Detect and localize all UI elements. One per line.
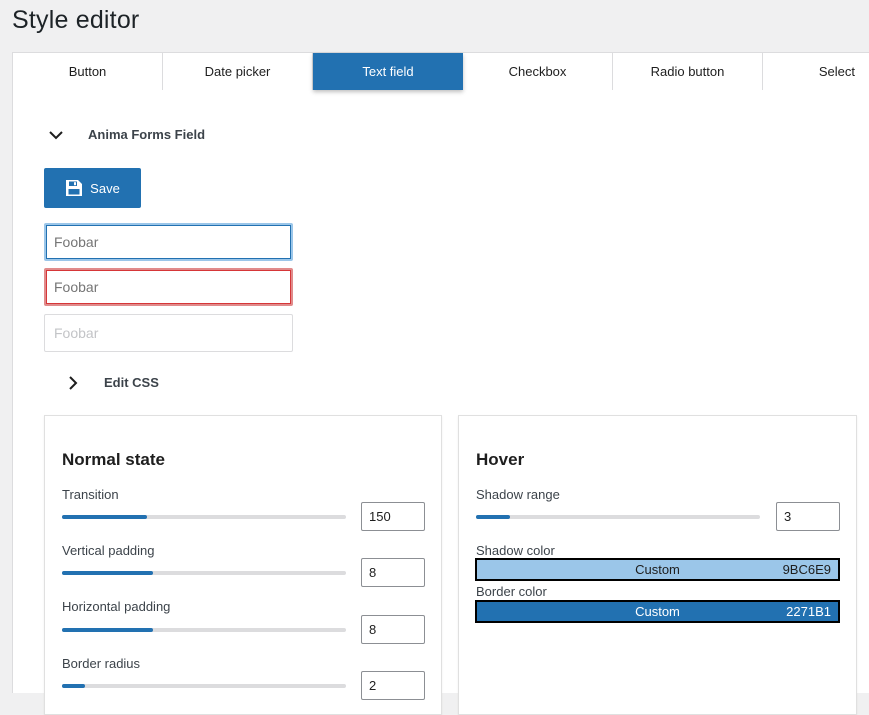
shadow-range-slider[interactable] <box>476 515 760 519</box>
vertical-padding-slider[interactable] <box>62 571 346 575</box>
transition-input[interactable]: 150 <box>361 502 425 531</box>
slider-fill <box>62 515 148 519</box>
horizontal-padding-slider[interactable] <box>62 628 346 632</box>
color-name: Custom <box>635 604 680 619</box>
vertical-padding-input[interactable]: 8 <box>361 558 425 587</box>
chevron-right-icon <box>67 375 79 390</box>
section-label: Anima Forms Field <box>88 127 206 142</box>
tab-select[interactable]: Select <box>763 53 869 90</box>
shadow-range-input[interactable]: 3 <box>776 502 840 531</box>
editor-panel: Button Date picker Text field Checkbox R… <box>12 52 869 715</box>
control-label: Shadow range <box>476 487 560 502</box>
slider-fill <box>62 628 153 632</box>
edit-css-toggle[interactable]: Edit CSS <box>67 375 159 390</box>
tab-date-picker[interactable]: Date picker <box>163 53 313 90</box>
border-color-picker[interactable]: Custom 2271B1 <box>475 600 840 623</box>
control-label: Transition <box>62 487 119 502</box>
shadow-color-picker[interactable]: Custom 9BC6E9 <box>475 558 840 581</box>
control-label: Vertical padding <box>62 543 155 558</box>
slider-fill <box>476 515 511 519</box>
anima-forms-field-toggle[interactable]: Anima Forms Field <box>49 127 205 142</box>
tab-checkbox[interactable]: Checkbox <box>463 53 613 90</box>
horizontal-padding-input[interactable]: 8 <box>361 615 425 644</box>
border-radius-slider[interactable] <box>62 684 346 688</box>
tab-radio-button[interactable]: Radio button <box>613 53 763 90</box>
control-label: Shadow color <box>476 543 555 558</box>
control-label: Horizontal padding <box>62 599 171 614</box>
slider-fill <box>62 684 85 688</box>
edit-css-label: Edit CSS <box>104 375 159 390</box>
page-title: Style editor <box>12 6 140 34</box>
control-label: Border color <box>476 584 547 599</box>
tab-button[interactable]: Button <box>13 53 163 90</box>
transition-slider[interactable] <box>62 515 346 519</box>
border-radius-input[interactable]: 2 <box>361 671 425 700</box>
color-hex: 2271B1 <box>786 604 831 619</box>
text-field-focused[interactable] <box>44 223 293 261</box>
save-label: Save <box>90 180 120 196</box>
floppy-disk-icon <box>65 179 83 197</box>
card-title: Normal state <box>62 450 165 469</box>
tab-bar: Button Date picker Text field Checkbox R… <box>13 53 869 90</box>
chevron-down-icon <box>49 128 63 142</box>
text-field-disabled <box>44 314 293 352</box>
save-button[interactable]: Save <box>44 168 141 208</box>
tab-text-field[interactable]: Text field <box>313 53 463 90</box>
text-field-error[interactable] <box>44 268 293 306</box>
hover-card: Hover Shadow range 3 Shadow color Custom… <box>458 415 857 715</box>
control-label: Border radius <box>62 656 141 671</box>
color-hex: 9BC6E9 <box>782 562 831 577</box>
normal-state-card: Normal state Transition 150 Vertical pad… <box>44 415 442 715</box>
slider-fill <box>62 571 153 575</box>
card-title: Hover <box>476 450 525 469</box>
